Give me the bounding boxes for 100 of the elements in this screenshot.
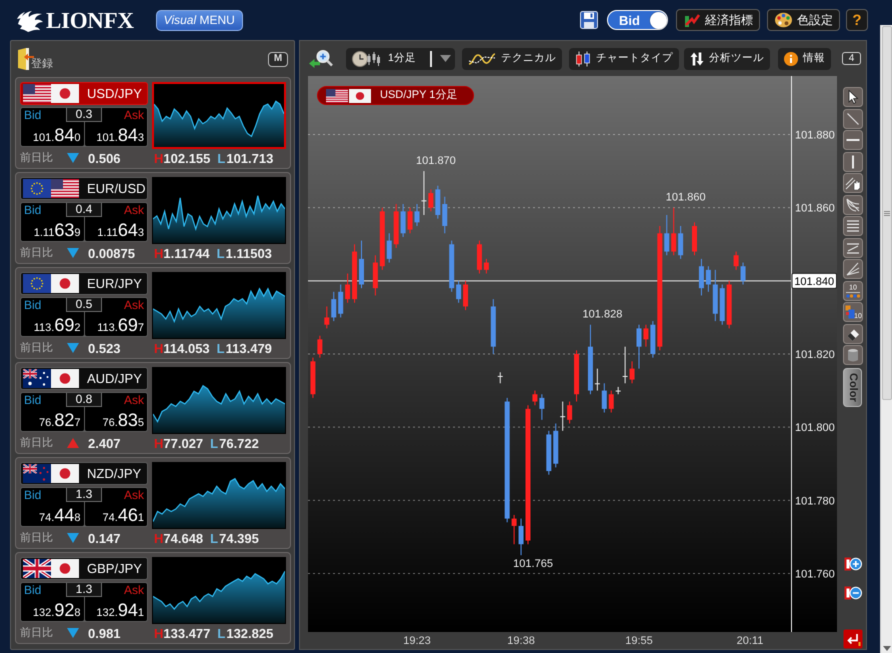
logo-text: LIONFX (46, 8, 134, 32)
register-button[interactable]: 登録 (16, 47, 53, 71)
menu-button[interactable]: Visual MENU (156, 10, 243, 30)
candle (435, 185, 440, 220)
candle (678, 225, 684, 260)
price-annotation: 101.860 (666, 192, 706, 204)
color-button[interactable]: Color (843, 368, 862, 406)
scrollbar-thumb[interactable] (882, 26, 892, 400)
analysis-tools-button[interactable]: 分析ツール (684, 48, 770, 70)
indicators-button[interactable]: 経済指標 (676, 9, 760, 31)
currency-pair-button[interactable]: USD/JPY (20, 82, 148, 105)
candle (386, 232, 392, 264)
zoom-in-icon[interactable] (844, 555, 862, 573)
zoom-icon[interactable] (308, 48, 334, 70)
low-price: L1.11503 (216, 246, 272, 260)
candle (310, 357, 316, 398)
bid-toggle[interactable]: Bid (607, 10, 668, 30)
ask-price: 132.941 (96, 601, 144, 619)
candle (414, 204, 420, 226)
candle (331, 291, 336, 322)
currency-pair-button[interactable]: EUR/JPY (20, 272, 148, 295)
candle (428, 188, 434, 212)
timeframe-dropdown[interactable]: 1分足 (346, 48, 455, 70)
ask-price: 113.697 (97, 316, 144, 334)
candle (449, 240, 454, 292)
wave-line-icon (468, 52, 496, 66)
candle (712, 269, 718, 322)
ask-price: 74.461 (102, 506, 144, 524)
scroll-down-icon[interactable] (882, 646, 890, 651)
ask-label: Ask (124, 109, 144, 122)
candle (317, 335, 322, 358)
fan-lines-icon[interactable] (842, 259, 862, 279)
arc-fan-icon[interactable] (842, 194, 862, 214)
candle (546, 430, 552, 476)
parallel-lines-icon[interactable] (842, 216, 862, 236)
chart-count-button[interactable]: 4 (842, 52, 861, 65)
candle (408, 207, 413, 234)
candle (456, 280, 462, 304)
color-settings-button[interactable]: 色設定 (767, 9, 840, 31)
eraser-icon[interactable] (842, 324, 862, 344)
chart-title: USD/JPY 1分足 (380, 90, 458, 101)
clock-candles-icon (352, 50, 380, 68)
mode-button[interactable]: M (268, 52, 288, 66)
currency-pair-button[interactable]: GBP/JPY (20, 557, 148, 580)
candle (698, 258, 704, 296)
price-axis-label: 101.760 (795, 568, 835, 580)
uk-flag-icon (23, 559, 51, 578)
candle (498, 372, 503, 384)
ask-label: Ask (124, 584, 144, 598)
spread-value: 0.3 (66, 108, 102, 122)
chart-type-button[interactable]: チャートタイプ (568, 48, 679, 70)
candle (594, 368, 600, 392)
high-price: H114.053 (154, 342, 210, 354)
low-price: L101.713 (217, 152, 274, 164)
save-icon[interactable] (580, 11, 598, 29)
hand-lines-icon[interactable] (842, 173, 862, 193)
candle (643, 324, 648, 348)
zoom-out-icon[interactable] (844, 584, 862, 602)
bid-price: 1.11639 (34, 221, 80, 239)
cylinder-icon[interactable] (842, 345, 862, 365)
candle (442, 196, 448, 234)
bid-label: Bid (24, 489, 42, 502)
high-price: H74.648 (154, 532, 204, 544)
ask-label: Ask (124, 394, 144, 408)
channel-icon[interactable] (842, 238, 862, 258)
caret-icon (440, 55, 451, 62)
candle (476, 240, 482, 274)
eu-flag-icon (23, 274, 51, 293)
change-label: 前日比 (20, 152, 53, 164)
pointer-icon[interactable] (842, 87, 862, 107)
candle (734, 251, 739, 270)
currency-pair-button[interactable]: EUR/USD (20, 177, 148, 200)
high-price: H133.477 (154, 626, 210, 640)
price-annotation: 101.870 (416, 155, 456, 168)
us-flag-icon (326, 88, 348, 102)
info-button[interactable]: 情報 (778, 48, 831, 70)
ref-line-label: 101.840 (794, 276, 834, 288)
change-label: 前日比 (20, 342, 53, 354)
change-label: 前日比 (20, 248, 53, 258)
up-down-arrows-icon (690, 52, 704, 66)
help-button[interactable]: ? (846, 9, 868, 31)
change-value: 2.407 (88, 436, 121, 450)
bid-price: 74.448 (39, 506, 80, 524)
ask-label: Ask (124, 489, 144, 502)
ask-label: Ask (124, 299, 144, 312)
chart-arrow-icon (683, 12, 701, 28)
current-price-label: 101.840 (792, 272, 837, 289)
spread-value: 0.8 (66, 393, 102, 407)
candle (324, 306, 330, 329)
candle (574, 350, 580, 402)
technical-button[interactable]: テクニカル (462, 48, 562, 70)
candle (602, 382, 607, 414)
grip-icon (884, 210, 890, 216)
candle (671, 207, 676, 256)
currency-pair-button[interactable]: NZD/JPY (20, 462, 148, 485)
currency-pair-button[interactable]: AUD/JPY (20, 367, 148, 390)
high-price: H1.11744 (154, 246, 210, 260)
japan-flag-icon (51, 274, 79, 293)
time-axis-label: 19:38 (507, 635, 535, 647)
candle (630, 360, 635, 384)
